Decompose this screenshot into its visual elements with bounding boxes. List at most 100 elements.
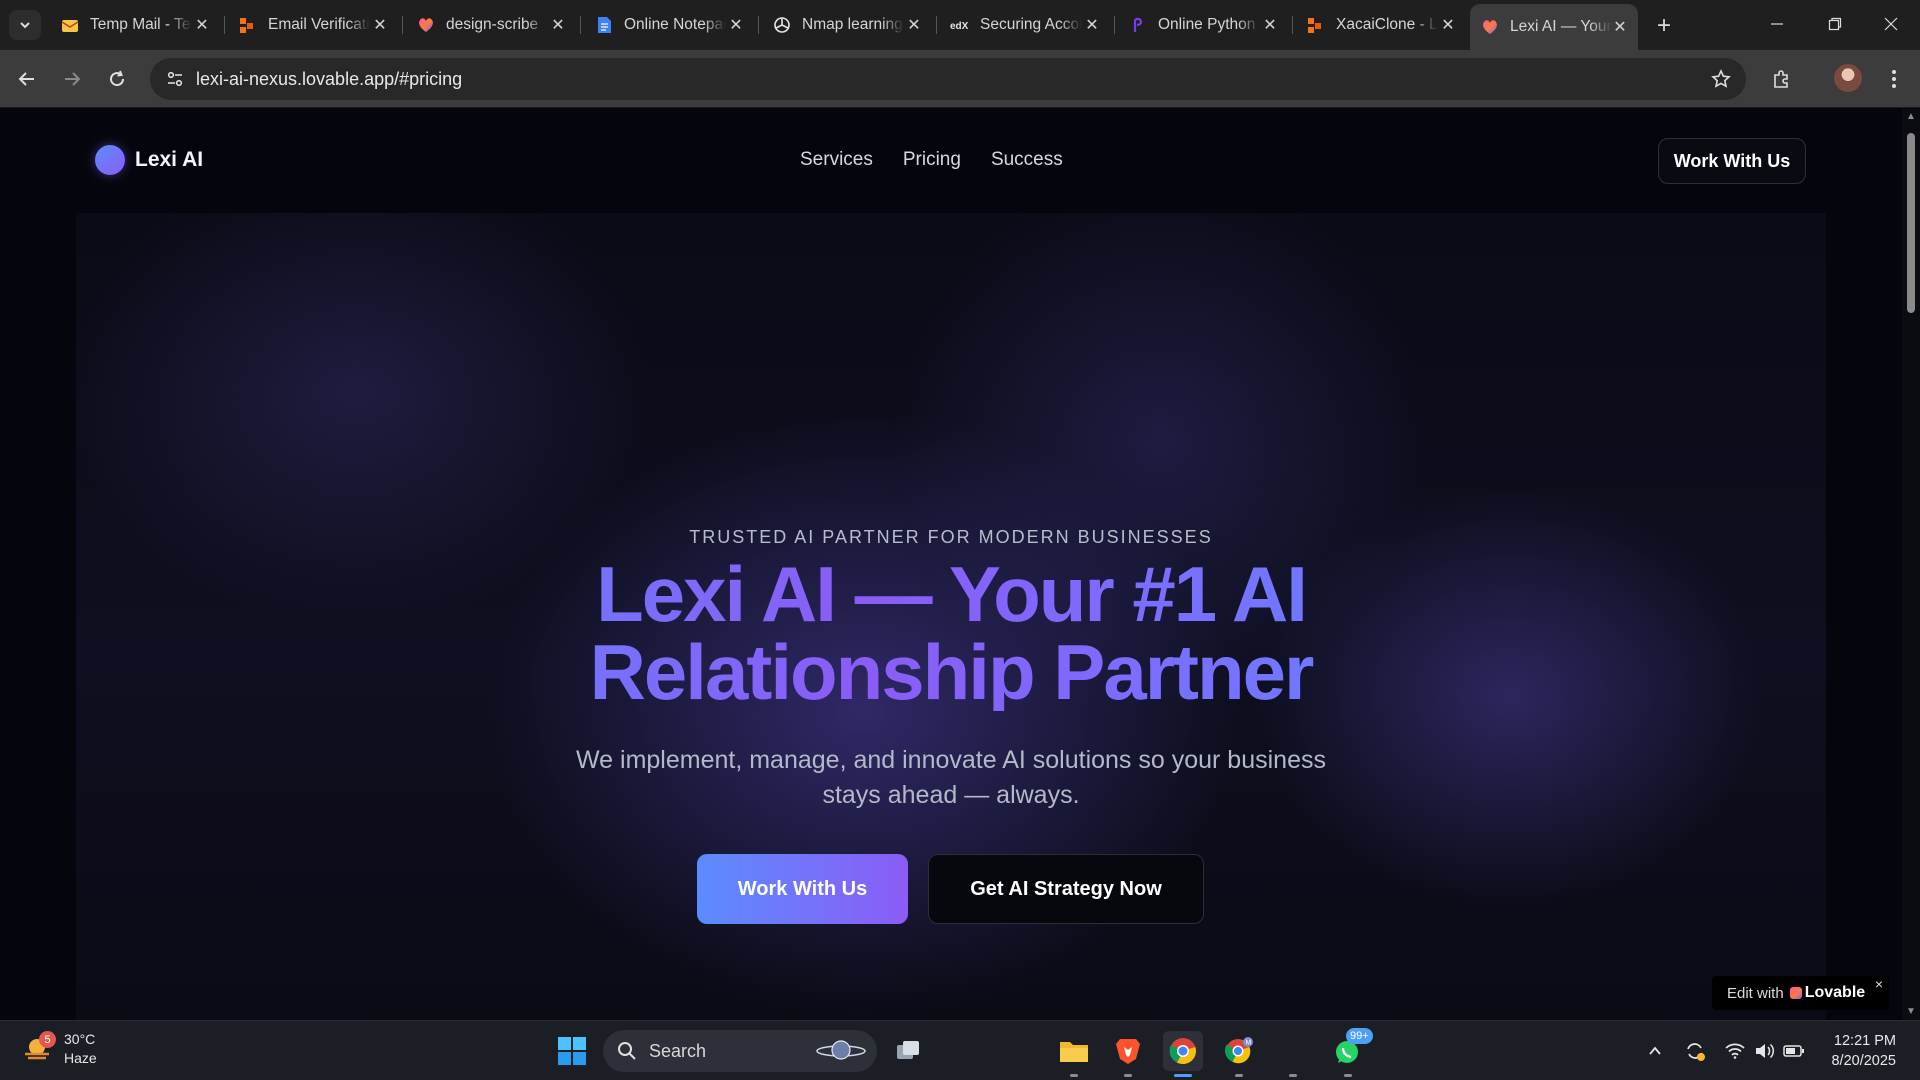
extensions-button[interactable] (1765, 63, 1797, 95)
reload-button[interactable] (101, 63, 133, 95)
new-tab-button[interactable]: + (1650, 12, 1678, 40)
address-bar[interactable]: lexi-ai-nexus.lovable.app/#pricing (150, 58, 1746, 100)
scrollbar-thumb[interactable] (1907, 133, 1915, 313)
page-viewport: Lexi AI Services Pricing Success Work Wi… (0, 109, 1902, 1020)
minimize-button[interactable] (1748, 0, 1806, 48)
scroll-down-arrow-icon[interactable]: ▼ (1906, 1007, 1916, 1017)
restore-button[interactable] (1806, 0, 1864, 48)
close-icon[interactable]: ✕ (1082, 15, 1102, 35)
forward-button[interactable] (56, 63, 88, 95)
logo-text: Lexi AI (135, 148, 204, 171)
file-explorer-button[interactable] (1054, 1031, 1094, 1077)
blank-app-button[interactable] (1273, 1031, 1313, 1077)
haze-weather-icon: 5 (22, 1031, 56, 1064)
tab-temp-mail[interactable]: Temp Mail - Temporary Email ✕ (50, 8, 220, 42)
svg-text:M: M (1246, 1040, 1252, 1047)
sync-tray-icon[interactable] (1683, 1039, 1707, 1063)
browser-tabstrip: Temp Mail - Temporary Email ✕ Email Veri… (0, 0, 1920, 50)
relay-icon (238, 15, 258, 35)
taskbar-search-label: Search (649, 1040, 707, 1061)
tab-online-notepad[interactable]: Online Notepad ✕ (584, 8, 754, 42)
tab-xacaiclone[interactable]: XacaiClone - Lovable ✕ (1296, 8, 1466, 42)
task-view-icon (897, 1041, 919, 1059)
chrome-button[interactable] (1163, 1031, 1203, 1077)
whatsapp-button[interactable]: 99+ (1328, 1028, 1373, 1077)
clock-time: 12:21 PM (1833, 1033, 1896, 1049)
app-running-indicator (1289, 1074, 1297, 1077)
site-logo[interactable]: Lexi AI (95, 145, 203, 175)
close-icon[interactable]: ✕ (370, 15, 390, 35)
close-icon[interactable]: ✕ (192, 15, 212, 35)
tab-search-button[interactable] (9, 10, 41, 40)
site-header: Lexi AI Services Pricing Success Work Wi… (0, 109, 1902, 213)
windows-logo-icon (558, 1037, 586, 1065)
app-running-indicator (1070, 1074, 1078, 1077)
restore-icon (1828, 17, 1842, 31)
app-running-indicator (1344, 1074, 1352, 1077)
tab-title: Nmap learning (802, 16, 903, 33)
minimize-icon (1771, 23, 1783, 25)
weather-condition: Haze (64, 1050, 97, 1066)
close-icon[interactable]: ✕ (726, 15, 746, 35)
volume-icon[interactable] (1752, 1039, 1776, 1063)
tab-separator (402, 16, 403, 34)
get-ai-strategy-button[interactable]: Get AI Strategy Now (928, 854, 1204, 924)
lovable-heart-icon (1480, 17, 1500, 37)
close-icon[interactable]: ✕ (904, 15, 924, 35)
close-icon[interactable]: ✕ (548, 15, 568, 35)
tab-nmap-learning[interactable]: Nmap learning ✕ (762, 8, 932, 42)
back-button[interactable] (11, 63, 43, 95)
hero-headline-line-1: Lexi AI — Your #1 AI (596, 550, 1306, 638)
tab-lexi-ai[interactable]: Lexi AI — Your #1 AI ✕ (1470, 4, 1638, 50)
reload-icon (110, 70, 125, 87)
start-button[interactable] (556, 1035, 588, 1067)
tab-separator (758, 16, 759, 34)
show-hidden-icons-button[interactable] (1643, 1039, 1667, 1063)
url-text[interactable]: lexi-ai-nexus.lovable.app/#pricing (196, 69, 462, 90)
search-highlight-globe-icon (816, 1040, 866, 1060)
tab-title: Lexi AI — Your #1 AI (1510, 18, 1612, 35)
battery-icon[interactable] (1782, 1039, 1806, 1063)
close-icon[interactable]: ✕ (1438, 15, 1458, 35)
page-scrollbar[interactable]: ▲ ▼ (1902, 109, 1920, 1020)
chrome-profile-button[interactable]: M (1219, 1031, 1259, 1077)
scroll-up-arrow-icon[interactable]: ▲ (1906, 112, 1916, 122)
tab-email-verification[interactable]: Email Verification ✕ (228, 8, 398, 42)
more-vertical-icon (1892, 70, 1896, 88)
weather-widget[interactable]: 5 30°C Haze (22, 1030, 97, 1068)
taskview-button[interactable] (888, 1031, 928, 1071)
close-icon[interactable]: ✕ (1260, 15, 1280, 35)
bookmark-star-icon[interactable] (1708, 66, 1734, 92)
tab-securing-accounts[interactable]: edX Securing Accounts ✕ (940, 8, 1110, 42)
arrow-left-icon (18, 72, 34, 86)
nav-link-services[interactable]: Services (800, 149, 873, 171)
hero-section: TRUSTED AI PARTNER FOR MODERN BUSINESSES… (76, 213, 1826, 1020)
tab-online-python[interactable]: Online Python ✕ (1118, 8, 1288, 42)
lovable-badge-close-icon[interactable]: × (1875, 976, 1883, 992)
tab-title: XacaiClone - Lovable (1336, 16, 1438, 33)
browser-toolbar: lexi-ai-nexus.lovable.app/#pricing (0, 50, 1920, 108)
chrome-profile-icon: M (1224, 1037, 1253, 1064)
nav-link-success[interactable]: Success (991, 149, 1063, 171)
edit-with-lovable-badge[interactable]: Edit with Lovable × (1712, 976, 1889, 1010)
menu-button[interactable] (1878, 63, 1910, 95)
system-clock[interactable]: 12:21 PM 8/20/2025 (1826, 1031, 1896, 1071)
brave-icon (1116, 1039, 1140, 1064)
profile-avatar[interactable] (1834, 64, 1862, 92)
logo-orb-icon (95, 145, 125, 175)
tab-separator (1292, 16, 1293, 34)
app-running-indicator (1124, 1074, 1132, 1077)
edx-icon: edX (950, 15, 970, 35)
tab-design-scribe[interactable]: design-scribe ✕ (406, 8, 576, 42)
close-icon[interactable]: ✕ (1610, 17, 1630, 37)
site-info-icon[interactable] (160, 64, 190, 94)
work-with-us-button[interactable]: Work With Us (697, 854, 908, 924)
brave-browser-button[interactable] (1108, 1031, 1148, 1077)
header-work-with-us-button[interactable]: Work With Us (1658, 138, 1806, 184)
puzzle-icon (1774, 70, 1788, 88)
nav-link-pricing[interactable]: Pricing (903, 149, 961, 171)
taskbar-search-box[interactable]: Search (603, 1030, 877, 1072)
tab-title: Online Python (1158, 16, 1256, 33)
window-close-button[interactable] (1862, 0, 1920, 48)
wifi-icon[interactable] (1723, 1039, 1747, 1063)
